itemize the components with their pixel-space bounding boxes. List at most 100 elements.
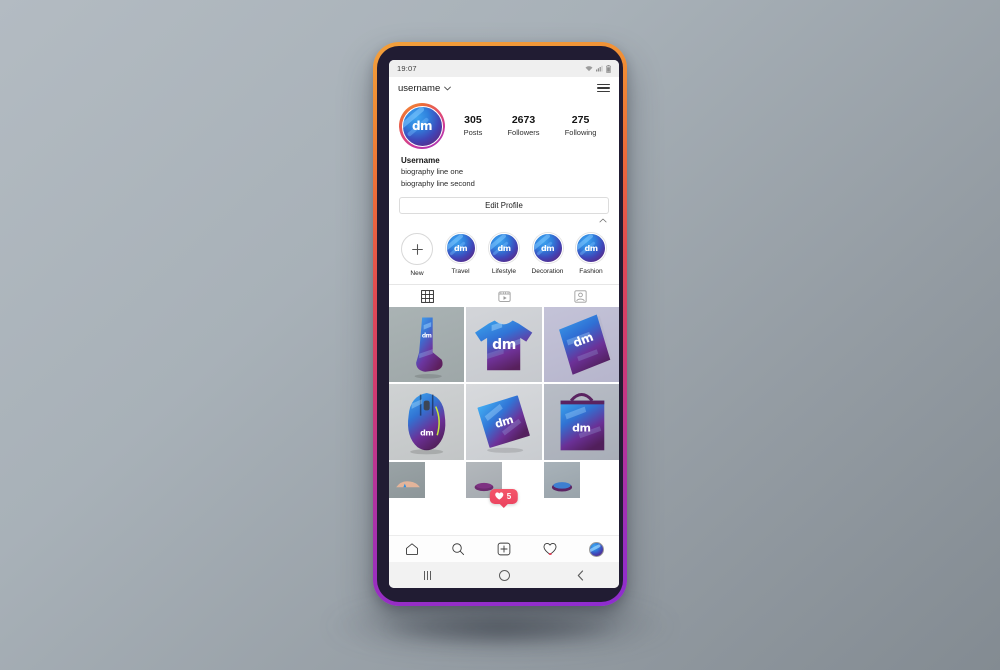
avatar-brand-logo: dm — [411, 119, 433, 133]
grid-icon — [420, 289, 434, 303]
stat-posts[interactable]: 305 Posts — [464, 114, 483, 138]
status-time: 19:07 — [397, 64, 417, 73]
stat-followers[interactable]: 2673 Followers — [507, 114, 539, 138]
stat-posts-label: Posts — [463, 128, 483, 137]
highlight-decoration-label: Decoration — [531, 268, 564, 275]
phone-ground-shadow — [386, 612, 614, 646]
bottom-app-nav — [389, 535, 619, 562]
wifi-icon — [585, 66, 593, 72]
stat-followers-value: 2673 — [511, 114, 536, 126]
like-badge: 5 — [489, 488, 519, 504]
collapse-row — [389, 214, 619, 223]
plus-icon — [411, 243, 423, 255]
post-bag-logo: dm — [572, 421, 591, 435]
post-card[interactable]: dm — [466, 384, 542, 460]
post-hand[interactable] — [389, 461, 425, 498]
hamburger-menu-icon[interactable] — [597, 83, 610, 93]
profile-display-name: Username — [401, 156, 440, 165]
highlight-lifestyle-logo: dm — [497, 243, 511, 253]
highlight-lifestyle[interactable]: dm Lifestyle — [484, 233, 524, 278]
phone-screen: 19:07 username dm 305 Posts 2673 Followe… — [389, 60, 619, 588]
highlight-travel[interactable]: dm Travel — [441, 233, 481, 278]
post-cap2[interactable] — [543, 461, 580, 498]
like-badge-count: 5 — [506, 491, 512, 501]
chevron-up-icon[interactable] — [599, 218, 607, 223]
profile-avatar[interactable]: dm — [399, 103, 445, 149]
highlight-travel-cover: dm — [445, 233, 476, 263]
highlight-travel-logo: dm — [453, 243, 468, 253]
post-sock-logo: dm — [421, 332, 432, 340]
username-dropdown[interactable]: username — [398, 82, 452, 94]
post-bag[interactable]: dm — [543, 384, 619, 460]
phone-frame: 19:07 username dm 305 Posts 2673 Followe… — [373, 42, 627, 606]
edit-profile-button[interactable]: Edit Profile — [399, 197, 609, 214]
tab-reels[interactable] — [466, 290, 543, 303]
nav-avatar-icon — [588, 541, 604, 557]
highlight-fashion[interactable]: dm Fashion — [571, 233, 611, 278]
home-icon — [406, 543, 418, 556]
post-tshirt-logo: dm — [492, 336, 516, 353]
sys-home[interactable] — [466, 569, 543, 581]
activity-badge-dot — [548, 552, 552, 555]
nav-home[interactable] — [389, 542, 435, 556]
reels-icon — [497, 290, 511, 302]
post-grid: dm dm dm dm dm dm 5 — [389, 307, 619, 504]
search-icon — [452, 543, 465, 556]
android-system-nav — [389, 562, 619, 588]
avatar-image: dm — [401, 105, 443, 147]
stat-following-label: Following — [564, 128, 597, 137]
home-circle-icon — [498, 569, 510, 581]
bio-line-2: biography line second — [401, 178, 475, 188]
chevron-down-icon — [444, 86, 452, 90]
signal-icon — [596, 65, 603, 72]
heart-icon — [495, 492, 504, 500]
profile-stats: 305 Posts 2673 Followers 275 Following — [445, 114, 609, 138]
status-icons — [585, 64, 611, 73]
stat-following[interactable]: 275 Following — [565, 114, 597, 138]
sys-recents[interactable] — [389, 570, 466, 580]
post-mouse[interactable]: dm — [389, 384, 465, 460]
edit-profile-row: Edit Profile — [389, 189, 619, 214]
highlight-fashion-label: Fashion — [579, 268, 603, 275]
bio-line-1: biography line one — [401, 167, 464, 176]
screenshot-canvas: 19:07 username dm 305 Posts 2673 Followe… — [0, 0, 1000, 670]
tab-tagged[interactable] — [542, 289, 619, 303]
back-chevron-icon — [577, 569, 584, 581]
phone-body: 19:07 username dm 305 Posts 2673 Followe… — [377, 46, 623, 602]
highlight-fashion-cover: dm — [576, 233, 606, 263]
highlight-lifestyle-label: Lifestyle — [491, 268, 517, 275]
highlight-decoration[interactable]: dm Decoration — [528, 233, 568, 278]
post-book[interactable]: dm — [543, 307, 619, 383]
cap2-mockup — [551, 481, 572, 492]
highlight-decoration-cover: dm — [532, 233, 563, 263]
highlight-lifestyle-cover: dm — [489, 233, 519, 263]
mouse-mockup — [407, 393, 446, 455]
nav-activity[interactable] — [527, 542, 573, 556]
hand-mockup — [396, 480, 420, 487]
tagged-icon — [574, 289, 587, 303]
highlight-fashion-logo: dm — [584, 243, 598, 253]
profile-bio: Username biography line one biography li… — [389, 149, 619, 189]
nav-profile[interactable] — [573, 541, 619, 557]
nav-create[interactable] — [481, 542, 527, 556]
stat-posts-value: 305 — [464, 114, 482, 126]
highlight-decoration-logo: dm — [540, 243, 555, 253]
post-sock[interactable]: dm — [389, 307, 465, 383]
highlight-travel-label: Travel — [451, 268, 470, 275]
sys-back[interactable] — [542, 569, 619, 581]
tab-grid[interactable] — [389, 289, 466, 303]
add-highlight-icon — [401, 233, 433, 265]
highlight-new[interactable]: New — [397, 233, 437, 278]
post-tshirt[interactable]: dm — [466, 307, 542, 383]
battery-icon — [606, 64, 611, 73]
nav-search[interactable] — [435, 542, 481, 556]
status-bar: 19:07 — [389, 60, 619, 77]
story-highlights: New dm Travel dm Lifestyle dm Decoration… — [389, 223, 619, 284]
highlight-new-label: New — [410, 270, 424, 277]
recents-icon — [423, 570, 432, 580]
header-username: username — [398, 82, 441, 94]
stat-followers-label: Followers — [507, 128, 540, 137]
app-header: username — [389, 77, 619, 99]
stat-following-value: 275 — [571, 114, 590, 126]
profile-tabs — [389, 284, 619, 307]
